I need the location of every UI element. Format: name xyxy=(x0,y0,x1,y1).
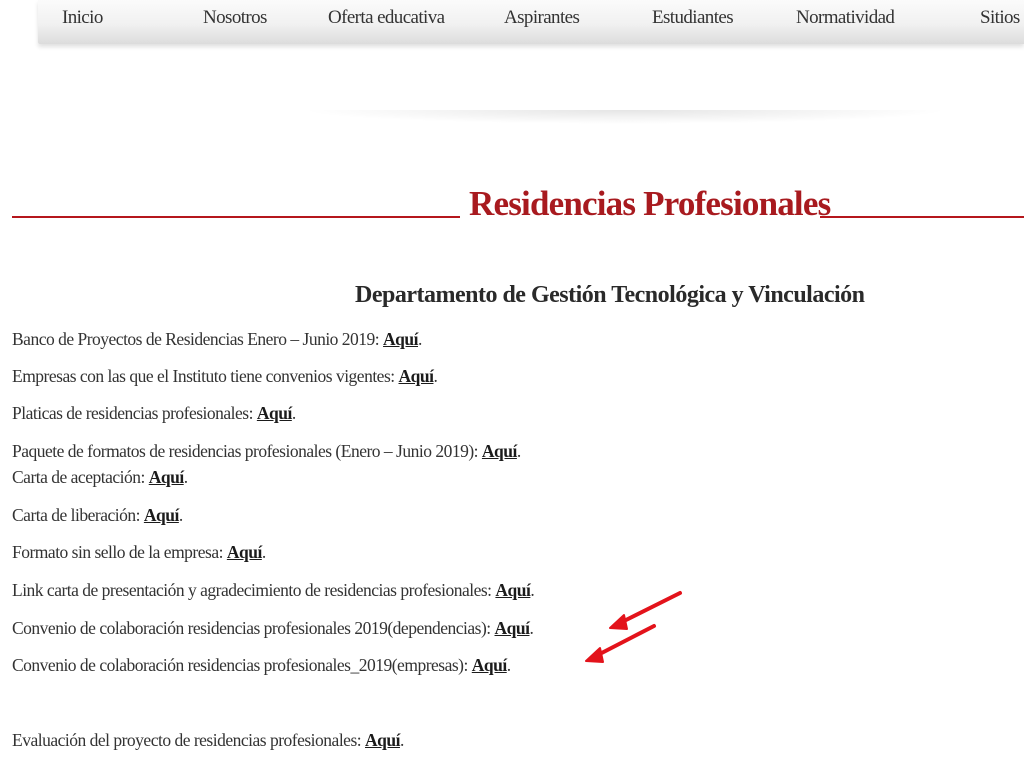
title-rule-right xyxy=(820,216,1024,218)
nav-item-oferta-educativa[interactable]: Oferta educativa xyxy=(328,7,445,29)
list-item-convenio-empresas: Convenio de colaboración residencias pro… xyxy=(12,655,511,676)
item-label: Banco de Proyectos de Residencias Enero … xyxy=(12,329,384,349)
nav-item-aspirantes[interactable]: Aspirantes xyxy=(504,7,580,29)
list-item-platicas: Platicas de residencias profesionales: A… xyxy=(12,403,296,424)
item-suffix: . xyxy=(529,618,534,638)
item-label: Carta de aceptación: xyxy=(12,467,149,487)
nav-item-inicio[interactable]: Inicio xyxy=(62,7,103,29)
item-suffix: . xyxy=(291,403,296,423)
item-suffix: . xyxy=(418,329,422,349)
department-subtitle: Departamento de Gestión Tecnológica y Vi… xyxy=(355,282,865,308)
title-row: Residencias Profesionales xyxy=(0,180,1024,230)
aqui-link[interactable]: Aquí xyxy=(149,467,184,487)
aqui-link[interactable]: Aquí xyxy=(383,329,418,349)
item-label: Empresas con las que el Instituto tiene … xyxy=(12,366,399,386)
list-item-paquete-formatos: Paquete de formatos de residencias profe… xyxy=(12,441,521,462)
item-suffix: . xyxy=(261,542,266,562)
separator-shadow xyxy=(300,110,950,124)
list-item-carta-presentacion: Link carta de presentación y agradecimie… xyxy=(12,580,535,601)
item-suffix: . xyxy=(178,505,183,525)
aqui-link[interactable]: Aquí xyxy=(144,505,179,525)
nav-item-nosotros[interactable]: Nosotros xyxy=(203,7,267,29)
item-label: Convenio de colaboración residencias pro… xyxy=(12,618,495,638)
aqui-link[interactable]: Aquí xyxy=(482,441,517,461)
item-suffix: . xyxy=(516,441,521,461)
list-item-convenio-dependencias: Convenio de colaboración residencias pro… xyxy=(12,618,534,639)
item-suffix: . xyxy=(183,467,188,487)
aqui-link[interactable]: Aquí xyxy=(495,618,530,638)
list-item-carta-aceptacion: Carta de aceptación: Aquí. xyxy=(12,467,188,488)
item-suffix: . xyxy=(530,580,535,600)
page: Inicio Nosotros Oferta educativa Aspiran… xyxy=(0,0,1024,768)
aqui-link[interactable]: Aquí xyxy=(472,655,507,675)
list-item-formato-sin-sello: Formato sin sello de la empresa: Aquí. xyxy=(12,542,266,563)
list-item-carta-liberacion: Carta de liberación: Aquí. xyxy=(12,505,183,526)
list-item-evaluacion-proyecto: Evaluación del proyecto de residencias p… xyxy=(12,730,404,751)
aqui-link[interactable]: Aquí xyxy=(365,730,400,750)
item-suffix: . xyxy=(399,730,404,750)
aqui-link[interactable]: Aquí xyxy=(227,542,262,562)
nav-item-normatividad[interactable]: Normatividad xyxy=(796,7,895,29)
red-arrow-icon xyxy=(585,624,656,663)
nav-item-sitios[interactable]: Sitios xyxy=(980,7,1020,29)
item-label: Evaluación del proyecto de residencias p… xyxy=(12,730,365,750)
item-label: Platicas de residencias profesionales: xyxy=(12,403,257,423)
title-rule-left xyxy=(12,216,460,218)
list-item-empresas-convenios: Empresas con las que el Instituto tiene … xyxy=(12,366,438,387)
item-label: Carta de liberación: xyxy=(12,505,144,525)
item-suffix: . xyxy=(506,655,511,675)
top-navbar: Inicio Nosotros Oferta educativa Aspiran… xyxy=(38,0,1024,44)
item-suffix: . xyxy=(433,366,438,386)
item-label: Paquete de formatos de residencias profe… xyxy=(12,441,482,461)
aqui-link[interactable]: Aquí xyxy=(399,366,434,386)
item-label: Formato sin sello de la empresa: xyxy=(12,542,227,562)
aqui-link[interactable]: Aquí xyxy=(495,580,530,600)
aqui-link[interactable]: Aquí xyxy=(257,403,292,423)
list-item-banco-proyectos: Banco de Proyectos de Residencias Enero … xyxy=(12,329,422,350)
page-title: Residencias Profesionales xyxy=(469,184,831,223)
item-label: Link carta de presentación y agradecimie… xyxy=(12,580,496,600)
nav-item-estudiantes[interactable]: Estudiantes xyxy=(652,7,734,29)
item-label: Convenio de colaboración residencias pro… xyxy=(12,655,472,675)
